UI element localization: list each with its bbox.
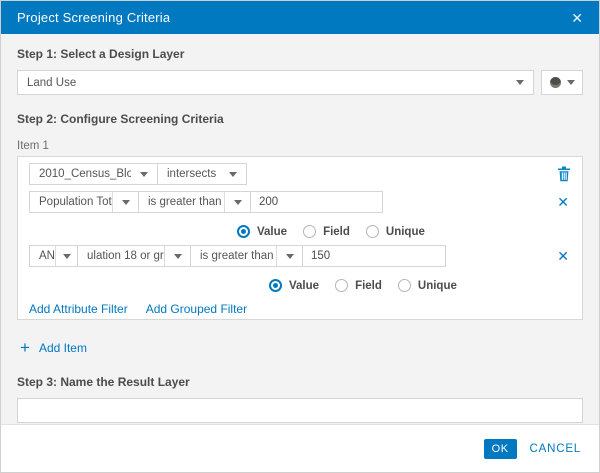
filter2-radio-field-label[interactable]: Field [355, 280, 382, 292]
cancel-button[interactable]: CANCEL [530, 443, 581, 455]
add-grouped-filter-link[interactable]: Add Grouped Filter [146, 302, 247, 316]
filter1-value-input[interactable] [250, 191, 383, 213]
filter2-join-select[interactable]: AND [29, 245, 78, 267]
filter1-field-caret [112, 192, 138, 212]
ok-button[interactable]: OK [484, 439, 517, 459]
chevron-down-icon [140, 172, 148, 177]
add-item-link[interactable]: Add Item [39, 341, 87, 355]
filter2-operator-select[interactable]: is greater than [190, 245, 303, 267]
filter2-radio-unique-label[interactable]: Unique [418, 280, 457, 292]
filter1-operator-value: is greater than [139, 196, 224, 208]
project-screening-criteria-dialog: Project Screening Criteria ✕ Step 1: Sel… [0, 0, 600, 473]
add-attribute-filter-link[interactable]: Add Attribute Filter [29, 302, 128, 316]
spatial-filter-row: 2010_Census_Blocks intersects [29, 163, 571, 185]
attribute-filter-row-2: AND ulation 18 or greater is greater tha… [29, 245, 571, 267]
delete-item-button[interactable] [557, 166, 571, 182]
dialog-body: Step 1: Select a Design Layer Land Use S… [1, 34, 599, 424]
filter2-remove-icon[interactable]: ✕ [555, 249, 571, 263]
design-layer-select[interactable]: Land Use [17, 70, 534, 95]
filter2-radio-value[interactable] [269, 279, 282, 292]
criteria-layer-value: 2010_Census_Blocks [30, 168, 131, 180]
dialog-header: Project Screening Criteria ✕ [1, 1, 599, 34]
filter1-radio-value[interactable] [237, 225, 250, 238]
dialog-footer: OK CANCEL [1, 424, 599, 472]
chevron-down-icon [63, 254, 71, 259]
filter2-mode-radios: Value Field Unique [29, 279, 571, 292]
spatial-operator-caret [220, 164, 246, 184]
filter1-radio-value-label[interactable]: Value [257, 226, 287, 238]
layer-options-button[interactable] [541, 70, 583, 95]
filter2-operator-value: is greater than [191, 250, 276, 262]
design-layer-value: Land Use [18, 77, 507, 89]
item-label: Item 1 [17, 140, 583, 152]
filter2-join-caret [55, 246, 77, 266]
chevron-down-icon [567, 80, 575, 85]
filter1-mode-radios: Value Field Unique [29, 225, 571, 238]
filter1-radio-field[interactable] [303, 225, 316, 238]
trash-icon [557, 166, 571, 182]
filter2-join-value: AND [30, 250, 55, 262]
spatial-operator-value: intersects [158, 168, 220, 180]
step3-label: Step 3: Name the Result Layer [17, 375, 583, 389]
add-item-row[interactable]: + Add Item [17, 341, 583, 355]
filter1-operator-select[interactable]: is greater than [138, 191, 251, 213]
chevron-down-icon [286, 254, 294, 259]
design-layer-row: Land Use [17, 70, 583, 95]
filter2-radio-value-label[interactable]: Value [289, 280, 319, 292]
screening-item-panel: 2010_Census_Blocks intersects [17, 156, 583, 320]
filter1-field-select[interactable]: Population Total [29, 191, 139, 213]
attribute-filter-row-1: Population Total is greater than ✕ [29, 191, 571, 213]
spatial-operator-select[interactable]: intersects [157, 163, 247, 185]
step2-label: Step 2: Configure Screening Criteria [17, 112, 583, 126]
result-layer-name-input[interactable] [17, 398, 583, 423]
filter1-radio-field-label[interactable]: Field [323, 226, 350, 238]
filter2-field-select[interactable]: ulation 18 or greater [77, 245, 191, 267]
chevron-down-icon [229, 172, 237, 177]
filter2-radio-unique[interactable] [398, 279, 411, 292]
filter2-operator-caret [276, 246, 302, 266]
criteria-layer-caret [131, 164, 157, 184]
filter1-operator-caret [224, 192, 250, 212]
filter1-radio-unique-label[interactable]: Unique [386, 226, 425, 238]
filter2-field-value: ulation 18 or greater [78, 250, 164, 262]
chevron-down-icon [122, 200, 130, 205]
filter2-value-input[interactable] [302, 245, 446, 267]
filter-links-row: Add Attribute Filter Add Grouped Filter [29, 302, 571, 316]
chevron-down-icon [234, 200, 242, 205]
filter1-remove-icon[interactable]: ✕ [555, 195, 571, 209]
chevron-down-icon [516, 80, 524, 85]
layer-icon [550, 77, 561, 88]
close-icon[interactable]: ✕ [571, 11, 583, 25]
filter2-field-caret [164, 246, 190, 266]
step1-label: Step 1: Select a Design Layer [17, 47, 583, 61]
filter1-radio-unique[interactable] [366, 225, 379, 238]
filter2-radio-field[interactable] [335, 279, 348, 292]
filter1-field-value: Population Total [30, 196, 112, 208]
design-layer-caret [507, 71, 533, 94]
plus-icon: + [20, 341, 30, 355]
criteria-layer-select[interactable]: 2010_Census_Blocks [29, 163, 158, 185]
dialog-title: Project Screening Criteria [17, 10, 170, 25]
chevron-down-icon [174, 254, 182, 259]
